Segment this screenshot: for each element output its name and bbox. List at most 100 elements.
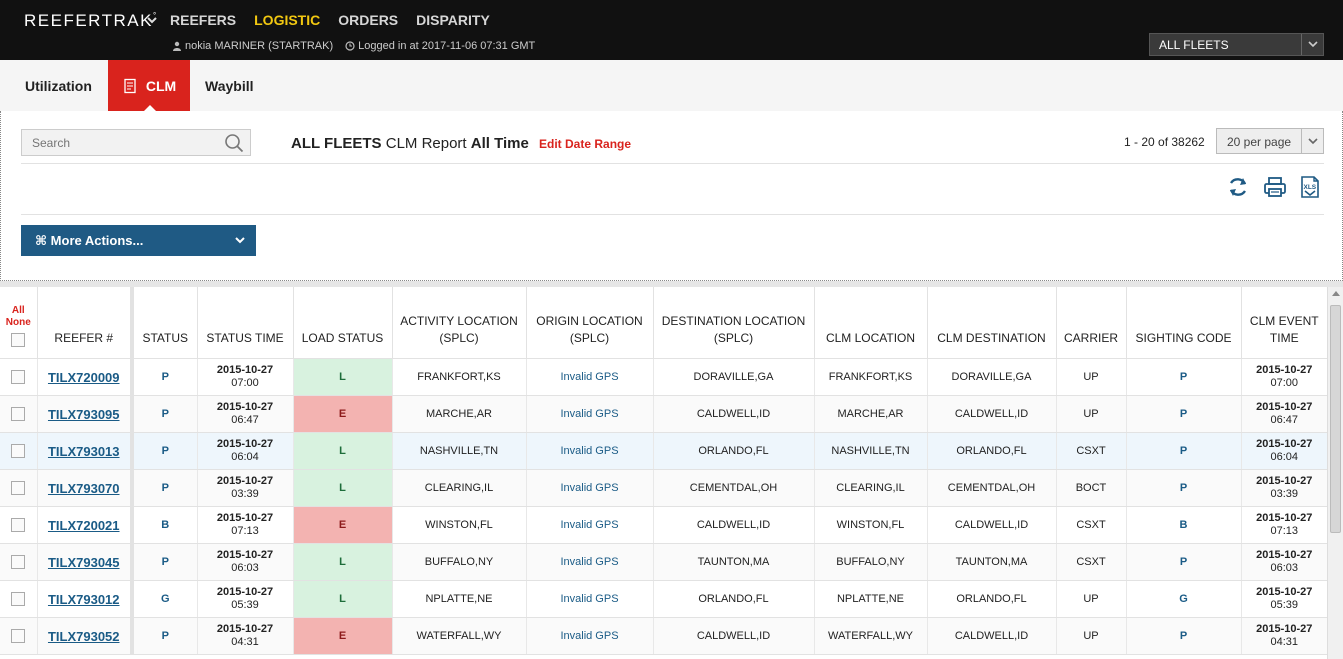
table-row[interactable]: TILX793045 P 2015-10-27 06:03 L BUFFALO,NY Inv… xyxy=(0,543,1327,581)
load-status-cell: L xyxy=(292,432,392,470)
row-checkbox[interactable] xyxy=(11,518,26,532)
reefer-id-link[interactable]: TILX793052 xyxy=(48,629,120,644)
more-actions-button[interactable]: ⌘ More Actions... xyxy=(21,225,256,256)
tab-waybill[interactable]: Waybill xyxy=(205,60,254,111)
load-status-cell: E xyxy=(292,617,392,655)
row-checkbox[interactable] xyxy=(11,555,26,569)
reefer-id-link[interactable]: TILX793070 xyxy=(48,481,120,496)
col-clm-event-time[interactable]: CLM EVENT TIME xyxy=(1240,287,1327,359)
col-status-time[interactable]: STATUS TIME xyxy=(196,287,293,359)
origin-location-value: Invalid GPS xyxy=(560,482,619,494)
row-select-cell xyxy=(0,580,37,618)
table-row[interactable]: TILX793012 G 2015-10-27 05:39 L NPLATTE,NE Inv… xyxy=(0,580,1327,618)
row-select-cell xyxy=(0,395,37,433)
per-page-toggle[interactable] xyxy=(1301,129,1323,153)
clm-destination-cell: ORLANDO,FL xyxy=(926,432,1056,470)
activity-location-cell: MARCHE,AR xyxy=(391,395,526,433)
nav-reefers[interactable]: REEFERS xyxy=(170,12,236,28)
col-clm-destination[interactable]: CLM DESTINATION xyxy=(926,287,1056,359)
reefer-id-link[interactable]: TILX793095 xyxy=(48,407,120,422)
search-icon[interactable] xyxy=(224,133,244,153)
reefer-id-link[interactable]: TILX720021 xyxy=(48,518,120,533)
tab-clm-label: CLM xyxy=(145,77,177,94)
status-clock: 06:47 xyxy=(231,414,259,426)
clm-event-time-cell: 2015-10-27 04:31 xyxy=(1240,617,1327,655)
col-status[interactable]: STATUS xyxy=(131,287,197,359)
status-date: 2015-10-27 xyxy=(216,586,274,598)
row-select-cell xyxy=(0,358,37,396)
origin-location-value: Invalid GPS xyxy=(560,556,619,568)
clm-location-cell: NASHVILLE,TN xyxy=(813,432,927,470)
top-bar: REEFERTRAK° REEFERS LOGISTIC ORDERS DISP… xyxy=(0,0,1343,60)
select-all-link[interactable]: All xyxy=(4,305,33,317)
nav-orders[interactable]: ORDERS xyxy=(338,12,398,28)
reefer-id-link[interactable]: TILX793013 xyxy=(48,444,120,459)
col-reefer[interactable]: REEFER # xyxy=(36,287,134,359)
activity-location-cell: NPLATTE,NE xyxy=(391,580,526,618)
col-destination-location[interactable]: DESTINATION LOCATION (SPLC) xyxy=(652,287,814,359)
row-checkbox[interactable] xyxy=(11,629,26,643)
nav-disparity[interactable]: DISPARITY xyxy=(416,12,490,28)
table-row[interactable]: TILX720021 B 2015-10-27 07:13 E WINSTON,FL Inv… xyxy=(0,506,1327,544)
brand-logo[interactable]: REEFERTRAK° xyxy=(24,11,156,31)
col-activity-location[interactable]: ACTIVITY LOCATION (SPLC) xyxy=(391,287,526,359)
event-clock: 06:04 xyxy=(1270,451,1299,463)
col-load-status[interactable]: LOAD STATUS xyxy=(292,287,392,359)
row-checkbox[interactable] xyxy=(11,370,26,384)
tab-clm[interactable]: CLM xyxy=(108,60,190,112)
load-status-code: E xyxy=(338,408,347,420)
col-sighting-code[interactable]: SIGHTING CODE xyxy=(1125,287,1241,359)
origin-location-cell: Invalid GPS xyxy=(525,580,653,618)
status-time-cell: 2015-10-27 06:03 xyxy=(196,543,293,581)
col-clm-location[interactable]: CLM LOCATION xyxy=(813,287,927,359)
xls-export-icon[interactable]: XLS xyxy=(1298,175,1322,199)
scroll-thumb[interactable] xyxy=(1330,305,1341,533)
status-time-cell: 2015-10-27 03:39 xyxy=(196,469,293,507)
col-origin-location[interactable]: ORIGIN LOCATION (SPLC) xyxy=(525,287,653,359)
user-name: nokia MARINER (STARTRAK) xyxy=(185,40,334,52)
nav-logistic[interactable]: LOGISTIC xyxy=(254,12,320,28)
search-input[interactable] xyxy=(22,130,212,155)
sighting-code-cell: P xyxy=(1125,543,1241,581)
reefer-id-link[interactable]: TILX720009 xyxy=(48,370,120,385)
table-row[interactable]: TILX793013 P 2015-10-27 06:04 L NASHVILLE,TN I… xyxy=(0,432,1327,470)
select-all-checkbox[interactable] xyxy=(11,333,26,347)
edit-date-range-link[interactable]: Edit Date Range xyxy=(539,137,631,151)
table-row[interactable]: TILX793095 P 2015-10-27 06:47 E MARCHE,AR Inva… xyxy=(0,395,1327,433)
row-checkbox[interactable] xyxy=(11,481,26,495)
status-date: 2015-10-27 xyxy=(216,512,274,524)
sighting-code: G xyxy=(1179,593,1188,605)
select-none-link[interactable]: None xyxy=(4,317,33,329)
status-code: G xyxy=(160,593,170,605)
row-checkbox[interactable] xyxy=(11,444,26,458)
col-carrier[interactable]: CARRIER xyxy=(1055,287,1126,359)
clm-location-cell: WINSTON,FL xyxy=(813,506,927,544)
refresh-icon[interactable] xyxy=(1226,175,1250,199)
fleet-select-toggle[interactable] xyxy=(1301,34,1323,55)
fleet-select[interactable]: ALL FLEETS xyxy=(1149,33,1324,56)
tab-utilization[interactable]: Utilization xyxy=(25,60,92,111)
table-scrollbar[interactable] xyxy=(1327,287,1343,659)
reefer-id-link[interactable]: TILX793012 xyxy=(48,592,120,607)
sighting-code-cell: P xyxy=(1125,617,1241,655)
sighting-code-cell: P xyxy=(1125,469,1241,507)
row-checkbox[interactable] xyxy=(11,592,26,606)
table-row[interactable]: TILX793070 P 2015-10-27 03:39 L CLEARING,IL In… xyxy=(0,469,1327,507)
activity-location-cell: BUFFALO,NY xyxy=(391,543,526,581)
event-clock: 03:39 xyxy=(1270,488,1299,500)
print-icon[interactable] xyxy=(1263,175,1287,199)
status-clock: 07:13 xyxy=(231,525,259,537)
table-row[interactable]: TILX793052 P 2015-10-27 04:31 E WATERFALL,WY I… xyxy=(0,617,1327,655)
clm-location-cell: NPLATTE,NE xyxy=(813,580,927,618)
event-clock: 07:13 xyxy=(1270,525,1299,537)
chevron-down-icon[interactable] xyxy=(146,14,158,26)
clm-location-cell: WATERFALL,WY xyxy=(813,617,927,655)
reefer-id-link[interactable]: TILX793045 xyxy=(48,555,120,570)
table-row[interactable]: TILX720009 P 2015-10-27 07:00 L FRANKFORT,KS I… xyxy=(0,358,1327,396)
origin-location-value: Invalid GPS xyxy=(560,519,619,531)
origin-location-cell: Invalid GPS xyxy=(525,543,653,581)
row-checkbox[interactable] xyxy=(11,407,26,421)
scroll-up-arrow[interactable] xyxy=(1332,291,1340,296)
select-column-header: All None xyxy=(0,287,37,359)
per-page-select[interactable]: 20 per page xyxy=(1216,128,1324,154)
